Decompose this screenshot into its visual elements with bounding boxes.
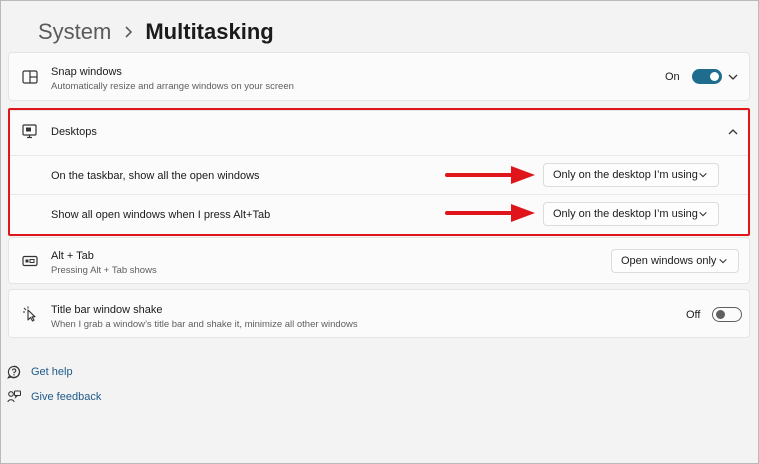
annotation-arrow [445,204,535,222]
chevron-down-icon[interactable] [727,71,739,83]
alt-tab-icon [21,252,39,270]
chevron-down-icon [699,172,707,178]
get-help-link[interactable]: Get help [6,363,101,381]
snap-windows-description: Automatically resize and arrange windows… [51,81,294,92]
breadcrumb-system[interactable]: System [38,19,111,45]
give-feedback-link[interactable]: Give feedback [6,388,101,406]
help-icon [6,364,22,380]
snap-windows-icon [21,68,39,86]
title-bar-shake-state-label: Off [686,308,701,321]
alt-tab-card: Alt + Tab Pressing Alt + Tab shows Open … [8,237,750,284]
title-bar-shake-title: Title bar window shake [51,304,163,316]
taskbar-windows-row: On the taskbar, show all the open window… [9,156,749,194]
taskbar-windows-dropdown[interactable]: Only on the desktop I’m using [543,163,719,187]
snap-windows-card[interactable]: Snap windows Automatically resize and ar… [8,52,750,101]
alt-tab-windows-dropdown[interactable]: Only on the desktop I’m using [543,202,719,226]
desktops-header[interactable]: Desktops [9,111,749,155]
chevron-down-icon [699,211,707,217]
desktops-card: Desktops On the taskbar, show all the op… [8,110,750,235]
alt-tab-windows-value: Only on the desktop I’m using [553,208,698,220]
page-title: Multitasking [145,19,274,44]
alt-tab-windows-row: Show all open windows when I press Alt+T… [9,195,749,235]
get-help-text[interactable]: Get help [31,366,73,378]
chevron-right-icon [123,26,133,38]
give-feedback-text[interactable]: Give feedback [31,391,101,403]
taskbar-windows-label: On the taskbar, show all the open window… [51,170,260,182]
annotation-arrow [445,166,535,184]
title-bar-shake-toggle[interactable] [712,307,743,322]
alt-tab-windows-label: Show all open windows when I press Alt+T… [51,209,271,221]
snap-windows-title: Snap windows [51,66,122,78]
feedback-icon [6,389,22,405]
alt-tab-description: Pressing Alt + Tab shows [51,265,157,276]
window-shake-icon [21,305,39,323]
chevron-up-icon[interactable] [727,126,739,138]
help-links: Get help Give feedback [6,363,101,406]
snap-windows-toggle[interactable] [691,69,722,84]
title-bar-shake-card[interactable]: Title bar window shake When I grab a win… [8,289,750,338]
alt-tab-dropdown[interactable]: Open windows only [611,249,739,273]
desktops-icon [21,123,39,141]
chevron-down-icon [719,258,727,264]
title-bar-shake-description: When I grab a window’s title bar and sha… [51,319,358,330]
breadcrumb: System Multitasking [38,17,274,47]
alt-tab-value: Open windows only [621,255,717,267]
desktops-title: Desktops [51,126,97,138]
snap-windows-state-label: On [665,70,680,83]
taskbar-windows-value: Only on the desktop I’m using [553,169,698,181]
alt-tab-title: Alt + Tab [51,250,94,262]
